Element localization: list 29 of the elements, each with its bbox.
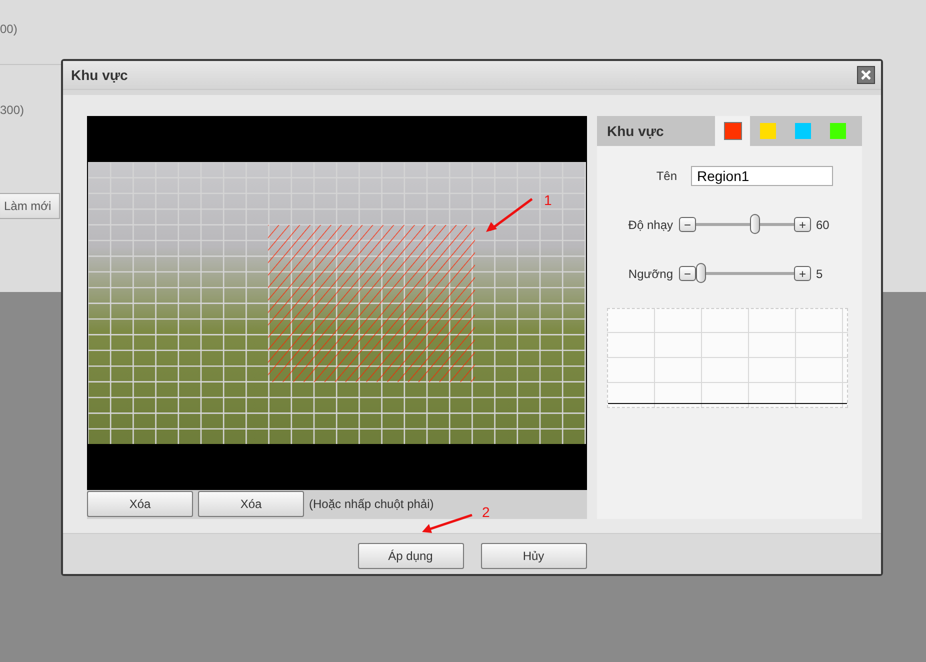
annotation-number: 1 [544,192,552,208]
clear-button[interactable]: Xóa [198,491,304,517]
plus-button[interactable]: + [794,266,811,281]
slider-value: 60 [816,218,830,232]
cancel-button[interactable]: Hủy [480,543,586,569]
name-label: Tên [655,169,677,183]
clear-button[interactable]: Xóa [87,491,193,517]
setting-text: 00) [0,22,18,36]
minus-button[interactable]: − [679,266,696,281]
setting-text: 300) [0,103,26,117]
apply-button[interactable]: Áp dụng [358,543,464,569]
slider-thumb[interactable] [750,214,760,234]
slider-value: 5 [816,266,823,280]
panel-title: Khu vực [606,123,665,139]
annotation-arrow [486,198,533,233]
refresh-button[interactable]: Làm mới [0,193,60,219]
annotation-arrow [422,514,473,534]
hint-text: (Hoặc nhấp chuột phải) [309,497,434,511]
close-icon [860,69,872,81]
plus-button[interactable]: + [794,217,811,232]
color-tab[interactable] [715,116,750,146]
slider-thumb[interactable] [696,263,706,283]
slider-label: Độ nhạy [627,218,673,232]
close-button[interactable] [857,66,875,84]
minus-button[interactable]: − [679,217,696,232]
name-field[interactable]: Region1 [691,166,833,186]
slider-label: Ngưỡng [627,266,673,280]
dialog-title: Khu vực [71,67,128,83]
annotation-number: 2 [482,504,490,520]
